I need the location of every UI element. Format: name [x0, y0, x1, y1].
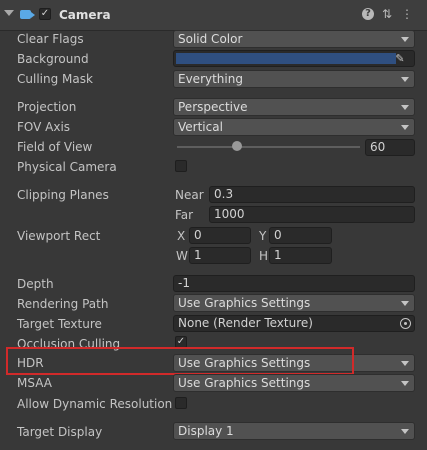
background-color-field[interactable]: ✎: [173, 50, 415, 67]
target-texture-field[interactable]: None (Render Texture): [173, 315, 415, 332]
allow-dynamic-resolution-label: Allow Dynamic Resolution: [17, 397, 173, 411]
depth-label: Depth: [17, 277, 54, 291]
viewport-w-label: W: [176, 249, 188, 263]
depth-input[interactable]: -1: [173, 275, 415, 292]
foldout-arrow-icon[interactable]: [4, 10, 14, 16]
msaa-value: Use Graphics Settings: [178, 376, 311, 390]
physical-camera-label: Physical Camera: [17, 160, 117, 174]
chevron-down-icon: [401, 381, 409, 386]
presets-icon[interactable]: ⇅: [380, 7, 394, 21]
viewport-x-label: X: [177, 229, 186, 243]
chevron-down-icon: [401, 301, 409, 306]
object-picker-icon[interactable]: [400, 318, 411, 329]
clipping-planes-label: Clipping Planes: [17, 188, 109, 202]
fov-axis-label: FOV Axis: [17, 120, 71, 134]
culling-mask-label: Culling Mask: [17, 72, 93, 86]
help-icon[interactable]: ?: [362, 8, 374, 20]
projection-value: Perspective: [178, 100, 248, 114]
clipping-far-input[interactable]: 1000: [209, 206, 415, 223]
eyedropper-icon[interactable]: ✎: [394, 53, 406, 65]
field-of-view-input[interactable]: 60: [365, 139, 415, 156]
clipping-near-input[interactable]: 0.3: [209, 186, 415, 203]
clipping-far-label: Far: [175, 208, 194, 222]
msaa-label: MSAA: [17, 376, 52, 390]
culling-mask-value: Everything: [178, 72, 243, 86]
projection-label: Projection: [17, 100, 77, 114]
target-display-label: Target Display: [17, 425, 103, 439]
hdr-highlight-box: [6, 347, 354, 375]
viewport-x-input[interactable]: 0: [189, 227, 251, 244]
chevron-down-icon: [401, 125, 409, 130]
chevron-down-icon: [401, 77, 409, 82]
allow-dynamic-resolution-checkbox[interactable]: [175, 397, 187, 409]
target-display-dropdown[interactable]: Display 1: [173, 422, 415, 440]
target-display-value: Display 1: [178, 424, 234, 438]
viewport-w-input[interactable]: 1: [189, 247, 251, 264]
clear-flags-value: Solid Color: [178, 32, 243, 46]
background-label: Background: [17, 52, 89, 66]
chevron-down-icon: [401, 429, 409, 434]
background-color-swatch: [176, 53, 396, 64]
target-texture-label: Target Texture: [17, 317, 102, 331]
physical-camera-checkbox[interactable]: [175, 160, 187, 172]
viewport-y-input[interactable]: 0: [269, 227, 332, 244]
projection-dropdown[interactable]: Perspective: [173, 98, 415, 116]
chevron-down-icon: [401, 37, 409, 42]
viewport-h-input[interactable]: 1: [269, 247, 332, 264]
viewport-rect-label: Viewport Rect: [17, 229, 101, 243]
camera-icon: [20, 10, 35, 19]
fov-axis-dropdown[interactable]: Vertical: [173, 118, 415, 136]
rendering-path-dropdown[interactable]: Use Graphics Settings: [173, 294, 415, 312]
culling-mask-dropdown[interactable]: Everything: [173, 70, 415, 88]
viewport-h-label: H: [259, 249, 269, 263]
fov-axis-value: Vertical: [178, 120, 223, 134]
chevron-down-icon: [401, 105, 409, 110]
field-of-view-label: Field of View: [17, 140, 93, 154]
viewport-y-label: Y: [259, 229, 267, 243]
component-title: Camera: [59, 8, 111, 22]
field-of-view-slider-track[interactable]: [177, 146, 360, 148]
target-texture-value: None (Render Texture): [178, 316, 313, 330]
chevron-down-icon: [401, 361, 409, 366]
more-icon[interactable]: ⋮: [400, 7, 414, 21]
rendering-path-value: Use Graphics Settings: [178, 296, 311, 310]
clear-flags-dropdown[interactable]: Solid Color: [173, 30, 415, 48]
clear-flags-label: Clear Flags: [17, 32, 84, 46]
clipping-near-label: Near: [175, 188, 204, 202]
field-of-view-slider-handle[interactable]: [232, 141, 243, 151]
component-enabled-checkbox[interactable]: ✓: [39, 8, 51, 20]
msaa-dropdown[interactable]: Use Graphics Settings: [173, 374, 415, 392]
rendering-path-label: Rendering Path: [17, 297, 109, 311]
